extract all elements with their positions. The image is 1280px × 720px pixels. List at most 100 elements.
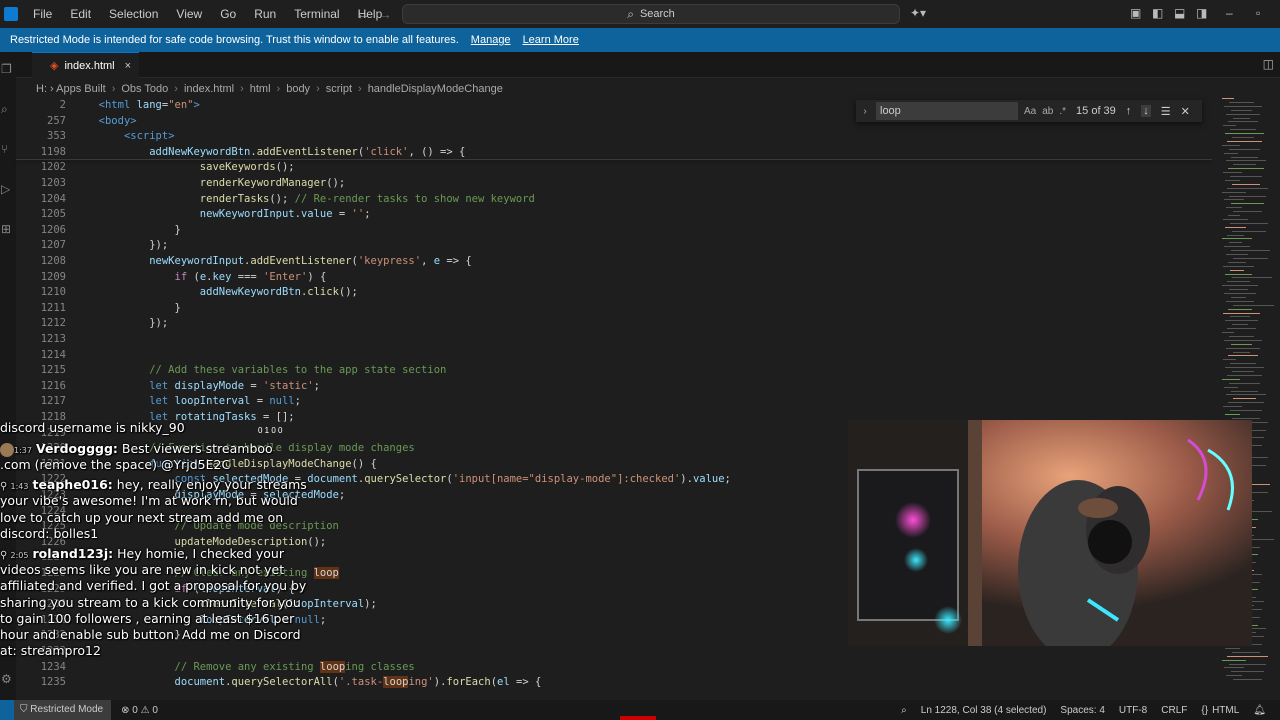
code-token: ) { bbox=[307, 270, 327, 283]
line-ending[interactable]: CRLF bbox=[1161, 705, 1187, 716]
next-match-icon[interactable]: ↓ bbox=[1141, 105, 1151, 117]
language-braces-icon[interactable]: {} bbox=[1201, 705, 1208, 716]
breadcrumb-item[interactable]: H: › Apps Built bbox=[36, 83, 106, 95]
menu-run[interactable]: Run bbox=[245, 0, 285, 28]
minimize-icon[interactable]: – bbox=[1226, 6, 1233, 20]
code-token: === bbox=[231, 270, 264, 283]
problems-status[interactable]: ⊗ 0 ⚠ 0 bbox=[121, 705, 158, 716]
indentation[interactable]: Spaces: 4 bbox=[1060, 705, 1104, 716]
language-mode[interactable]: HTML bbox=[1212, 705, 1239, 716]
source-control-icon[interactable]: ⑂ bbox=[1, 142, 8, 156]
run-debug-icon[interactable]: ▷ bbox=[1, 182, 10, 196]
minimap-line bbox=[1233, 679, 1262, 681]
search-view-icon[interactable]: ⌕ bbox=[1, 102, 8, 117]
split-editor-icon[interactable]: ◫ bbox=[1263, 57, 1274, 71]
code-line[interactable]: 1202 saveKeywords(); bbox=[16, 161, 1212, 177]
code-line[interactable]: 1206 } bbox=[16, 224, 1212, 240]
title-bar: File Edit Selection View Go Run Terminal Help ←… bbox=[0, 0, 1280, 28]
code-line[interactable]: 1215 // Add these variables to the app s… bbox=[16, 364, 1212, 380]
match-count: 15 of 39 bbox=[1076, 105, 1116, 117]
remote-indicator-icon[interactable] bbox=[0, 700, 14, 720]
restricted-mode-status[interactable]: ⛉ Restricted Mode bbox=[14, 700, 112, 720]
minimap-line bbox=[1229, 382, 1260, 384]
menu-go[interactable]: Go bbox=[211, 0, 245, 28]
minimap-line bbox=[1232, 324, 1248, 326]
code-line[interactable]: 1214 bbox=[16, 349, 1212, 365]
code-line[interactable]: 1211 } bbox=[16, 302, 1212, 318]
chat-text: at: streampro12 bbox=[0, 643, 101, 659]
code-line[interactable]: 1216 let displayMode = 'static'; bbox=[16, 380, 1212, 396]
zoom-icon[interactable]: ⌕ bbox=[901, 705, 907, 716]
chat-text: your vibe's awesome! I'm at work rn, but… bbox=[0, 493, 298, 509]
code-line[interactable]: 1204 renderTasks(); // Re-render tasks t… bbox=[16, 193, 1212, 209]
breadcrumb-item[interactable]: body bbox=[286, 83, 310, 95]
code-line[interactable]: 1209 if (e.key === 'Enter') { bbox=[16, 271, 1212, 287]
match-case-option[interactable]: Aa bbox=[1024, 106, 1036, 117]
menu-file[interactable]: File bbox=[24, 0, 61, 28]
toggle-secondary-sidebar-icon[interactable]: ◨ bbox=[1196, 6, 1207, 20]
whole-word-option[interactable]: ab bbox=[1042, 106, 1053, 117]
toggle-sidebar-icon[interactable]: ◧ bbox=[1152, 6, 1163, 20]
code-line[interactable]: 1210 addNewKeywordBtn.click(); bbox=[16, 286, 1212, 302]
extensions-icon[interactable]: ⊞ bbox=[1, 222, 11, 236]
close-find-icon[interactable]: ✕ bbox=[1181, 105, 1190, 118]
code-token: value bbox=[692, 473, 725, 486]
command-center-search[interactable]: ⌕ Search bbox=[402, 4, 900, 24]
vscode-logo-icon bbox=[4, 7, 18, 21]
minimap-line bbox=[1233, 257, 1268, 259]
code-line[interactable]: 353 <script> bbox=[16, 130, 1212, 146]
settings-gear-icon[interactable]: ⚙ bbox=[1, 672, 12, 686]
code-text: document.querySelectorAll('.task-looping… bbox=[86, 676, 541, 689]
code-line[interactable]: 1207 }); bbox=[16, 239, 1212, 255]
code-line[interactable]: 1208 newKeywordInput.addEventListener('k… bbox=[16, 255, 1212, 271]
line-number: 1198 bbox=[40, 145, 66, 158]
breadcrumb-item[interactable]: script bbox=[326, 83, 352, 95]
breadcrumb-item[interactable]: index.html bbox=[184, 83, 234, 95]
code-line[interactable]: 1217 let loopInterval = null; bbox=[16, 395, 1212, 411]
breadcrumb-item[interactable]: handleDisplayModeChange bbox=[368, 83, 503, 95]
manage-link[interactable]: Manage bbox=[471, 34, 511, 46]
code-token: => { bbox=[440, 255, 472, 267]
minimap-line bbox=[1231, 390, 1258, 392]
forward-arrow-icon[interactable]: → bbox=[378, 6, 392, 22]
close-tab-icon[interactable]: × bbox=[125, 60, 131, 72]
notifications-icon[interactable]: 🔔︎ bbox=[1253, 705, 1266, 716]
minimap-line bbox=[1230, 410, 1262, 411]
layout-icon[interactable]: ▣ bbox=[1130, 6, 1141, 20]
code-line[interactable]: 1235 document.querySelectorAll('.task-lo… bbox=[16, 676, 1212, 692]
back-arrow-icon[interactable]: ← bbox=[356, 6, 370, 22]
find-in-selection-icon[interactable]: ☰ bbox=[1161, 105, 1171, 118]
menu-terminal[interactable]: Terminal bbox=[285, 0, 348, 28]
breadcrumb-item[interactable]: Obs Todo bbox=[121, 83, 168, 95]
tab-index-html[interactable]: ◈ index.html × bbox=[32, 52, 140, 78]
search-label: Search bbox=[639, 8, 675, 20]
maximize-icon[interactable]: ▫ bbox=[1256, 6, 1260, 20]
cursor-position[interactable]: Ln 1228, Col 38 (4 selected) bbox=[921, 705, 1047, 716]
regex-option[interactable]: .* bbox=[1059, 106, 1066, 117]
sticky-scroll-separator bbox=[16, 159, 1212, 160]
explorer-icon[interactable]: ❐ bbox=[1, 62, 12, 76]
copilot-icon[interactable]: ✦▾ bbox=[910, 6, 926, 20]
code-line[interactable]: 1212 }); bbox=[16, 317, 1212, 333]
learn-more-link[interactable]: Learn More bbox=[523, 34, 579, 46]
breadcrumb-item[interactable]: html bbox=[250, 83, 271, 95]
toggle-panel-icon[interactable]: ⬓ bbox=[1174, 6, 1185, 20]
code-token: newKeywordInput bbox=[199, 208, 295, 221]
code-token: let bbox=[149, 379, 169, 392]
minimap-line bbox=[1225, 647, 1240, 649]
code-line[interactable]: 1213 bbox=[16, 333, 1212, 349]
toggle-replace-icon[interactable]: › bbox=[856, 106, 874, 117]
previous-match-icon[interactable]: ↑ bbox=[1126, 105, 1132, 117]
code-token: lang bbox=[130, 99, 162, 111]
menu-view[interactable]: View bbox=[167, 0, 211, 28]
find-input[interactable]: loop bbox=[876, 102, 1018, 120]
line-number: 1212 bbox=[40, 317, 66, 330]
menu-selection[interactable]: Selection bbox=[100, 0, 167, 28]
code-line[interactable]: 1205 newKeywordInput.value = ''; bbox=[16, 208, 1212, 224]
code-line[interactable]: 1203 renderKeywordManager(); bbox=[16, 177, 1212, 193]
line-number: 1202 bbox=[40, 161, 66, 174]
menu-edit[interactable]: Edit bbox=[61, 0, 100, 28]
encoding[interactable]: UTF-8 bbox=[1119, 705, 1147, 716]
